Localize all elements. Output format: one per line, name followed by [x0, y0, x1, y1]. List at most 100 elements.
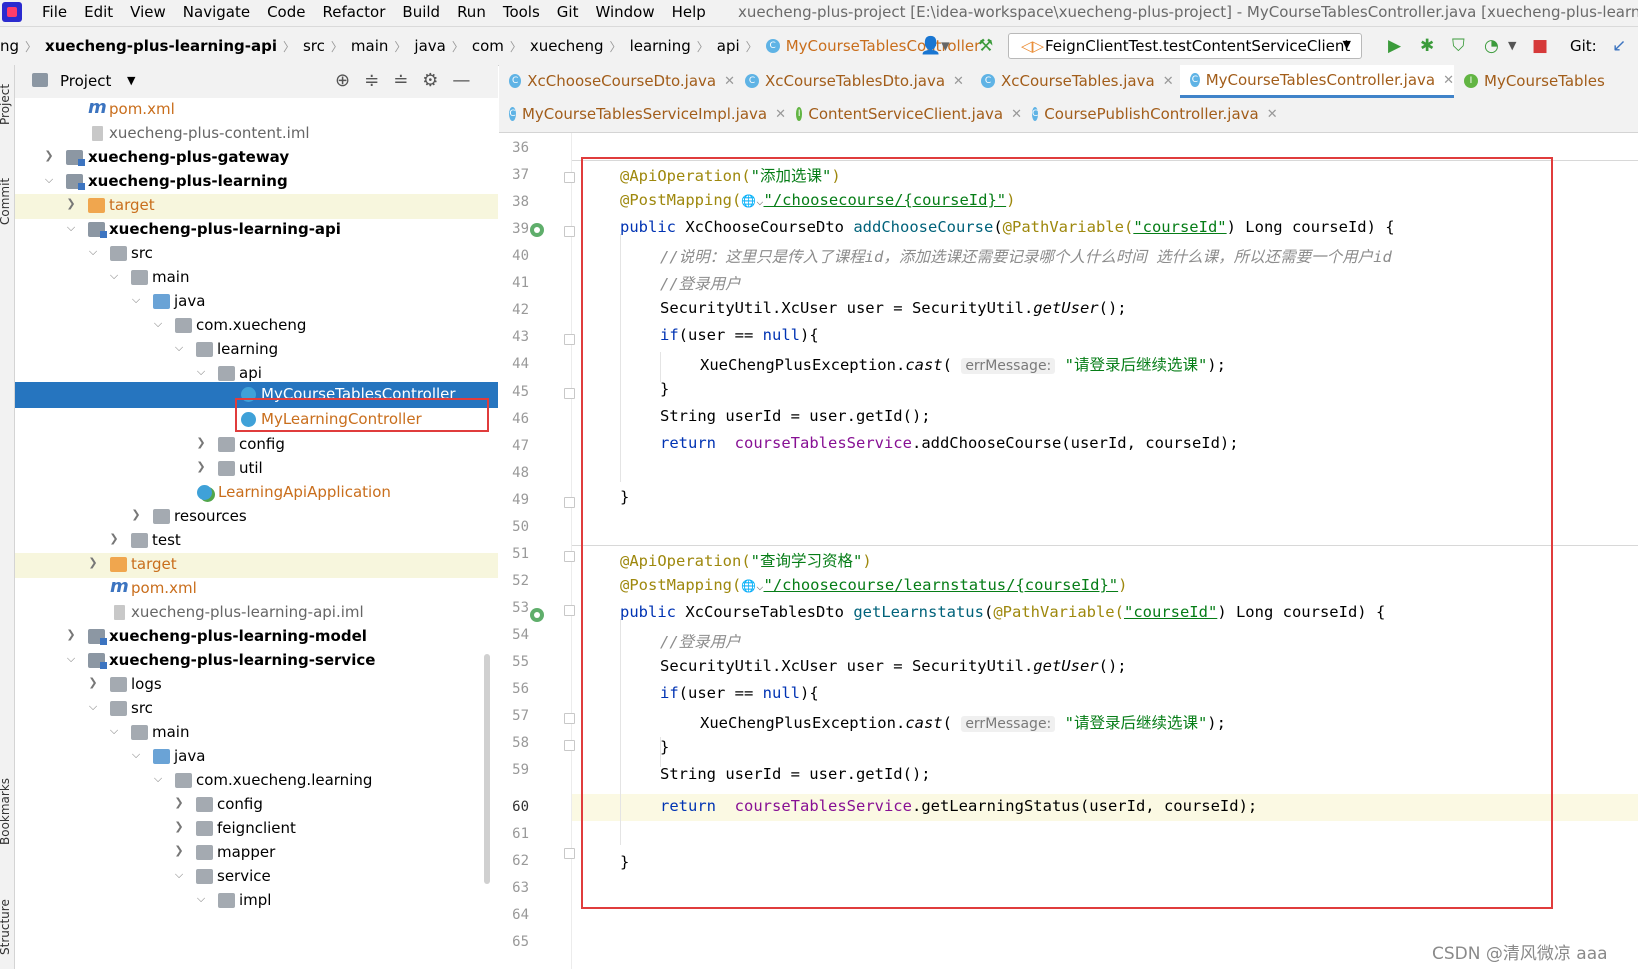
chevron-right-icon[interactable]: ❯: [87, 556, 99, 569]
tree-item[interactable]: ⌵ com.xuecheng.learning: [15, 769, 498, 794]
menu-build[interactable]: Build: [402, 3, 440, 21]
tab-contentserviceclient[interactable]: I ContentServiceClient.java ✕: [786, 98, 1022, 130]
tree-item[interactable]: xuecheng-plus-content.iml: [15, 122, 498, 147]
close-icon[interactable]: ✕: [953, 74, 964, 89]
crumb-api[interactable]: api: [717, 37, 740, 55]
crumb-com[interactable]: com: [472, 37, 504, 55]
tab-mycoursetablescontroller[interactable]: C MyCourseTablesController.java ✕: [1180, 65, 1454, 98]
crumb-java[interactable]: java: [414, 37, 445, 55]
tree-item[interactable]: ⌵ xuecheng-plus-learning-api: [15, 218, 498, 243]
chevron-right-icon[interactable]: ❯: [173, 844, 185, 857]
tree-item[interactable]: ⌵ xuecheng-plus-learning: [15, 170, 498, 195]
tree-item[interactable]: ⌵ src: [15, 242, 498, 267]
tab-xcchoosecoursedto[interactable]: C XcChooseCourseDto.java ✕: [499, 65, 735, 97]
close-icon[interactable]: ✕: [1443, 73, 1454, 88]
tree-item[interactable]: ❯ target: [15, 194, 498, 219]
chevron-down-icon[interactable]: ⌵: [65, 652, 77, 666]
tree-scrollbar[interactable]: [484, 654, 490, 884]
tree-item[interactable]: ⌵ src: [15, 697, 498, 722]
collapse-all-icon[interactable]: ≐: [393, 70, 408, 91]
chevron-right-icon[interactable]: ❯: [195, 436, 207, 449]
chevron-right-icon[interactable]: ❯: [43, 149, 55, 162]
tree-item[interactable]: ⌵ learning: [15, 338, 498, 363]
more-run-options-icon[interactable]: ▼: [1508, 39, 1516, 52]
chevron-down-icon[interactable]: ⌵: [173, 868, 185, 882]
fold-icon[interactable]: [564, 605, 575, 616]
chevron-right-icon[interactable]: ❯: [65, 197, 77, 210]
tab-mycoursetables[interactable]: I MyCourseTables: [1454, 65, 1638, 97]
chevron-down-icon[interactable]: ⌵: [65, 221, 77, 235]
debug-icon[interactable]: ✱: [1420, 36, 1434, 56]
chevron-down-icon[interactable]: ⌵: [195, 892, 207, 906]
request-mapping-icon[interactable]: [530, 223, 544, 237]
chevron-down-icon[interactable]: ⌵: [152, 317, 164, 331]
tree-item[interactable]: ❯ config: [15, 433, 498, 458]
menu-file[interactable]: File: [42, 3, 67, 21]
chevron-down-icon[interactable]: ⌵: [130, 748, 142, 762]
tab-xccoursetables[interactable]: C XcCourseTables.java ✕: [971, 65, 1180, 97]
chevron-down-icon[interactable]: ⌵: [108, 269, 120, 283]
chevron-right-icon[interactable]: ❯: [173, 796, 185, 809]
coverage-icon[interactable]: ⛉: [1452, 36, 1465, 56]
chevron-down-icon[interactable]: ▼: [127, 74, 135, 87]
close-icon[interactable]: ✕: [775, 107, 786, 122]
chevron-right-icon[interactable]: ❯: [130, 508, 142, 521]
tree-item[interactable]: ⌵ main: [15, 721, 498, 746]
chevron-right-icon[interactable]: ❯: [195, 460, 207, 473]
chevron-down-icon[interactable]: ⌵: [87, 245, 99, 259]
chevron-down-icon[interactable]: ⌵: [108, 724, 120, 738]
tree-item[interactable]: ❯ logs: [15, 673, 498, 698]
fold-icon[interactable]: [564, 388, 575, 399]
commit-tool-tab[interactable]: Commit: [0, 178, 12, 225]
menu-code[interactable]: Code: [267, 3, 305, 21]
menu-window[interactable]: Window: [595, 3, 654, 21]
chevron-down-icon[interactable]: ⌵: [87, 700, 99, 714]
tree-item[interactable]: ⌵ main: [15, 266, 498, 291]
close-icon[interactable]: ✕: [724, 74, 735, 89]
menu-navigate[interactable]: Navigate: [183, 3, 250, 21]
tree-item[interactable]: m pom.xml: [15, 98, 498, 123]
fold-icon[interactable]: [564, 551, 575, 562]
tab-xccoursetablesdto[interactable]: C XcCourseTablesDto.java ✕: [735, 65, 971, 97]
menu-refactor[interactable]: Refactor: [322, 3, 385, 21]
project-tool-tab[interactable]: Project: [0, 84, 12, 125]
tree-item[interactable]: xuecheng-plus-learning-api.iml: [15, 601, 498, 626]
fold-icon[interactable]: [564, 713, 575, 724]
menu-edit[interactable]: Edit: [84, 3, 113, 21]
chevron-down-icon[interactable]: ⌵: [130, 293, 142, 307]
tree-item[interactable]: ⌵ com.xuecheng: [15, 314, 498, 339]
fold-icon[interactable]: [564, 740, 575, 751]
fold-icon[interactable]: [564, 172, 575, 183]
run-configuration-select[interactable]: ◁▷ FeignClientTest.testContentServiceCli…: [1008, 33, 1362, 59]
gear-icon[interactable]: ⚙: [422, 70, 438, 91]
tree-item[interactable]: ⌵ impl: [15, 889, 498, 914]
tree-item[interactable]: m pom.xml: [15, 576, 498, 602]
close-icon[interactable]: ✕: [1011, 107, 1022, 122]
chevron-right-icon[interactable]: ❯: [65, 628, 77, 641]
tab-coursepublishcontroller[interactable]: C CoursePublishController.java ✕: [1022, 98, 1278, 130]
run-icon[interactable]: ▶: [1388, 36, 1401, 56]
project-panel-title[interactable]: Project: [60, 72, 111, 90]
tree-item[interactable]: ⌵ java: [15, 745, 498, 770]
chevron-down-icon[interactable]: ⌵: [195, 365, 207, 379]
fold-icon[interactable]: [564, 497, 575, 508]
tree-item[interactable]: ❯ test: [15, 529, 498, 554]
chevron-right-icon[interactable]: ❯: [173, 820, 185, 833]
chevron-down-icon[interactable]: ⌵: [43, 173, 55, 187]
tab-mycoursetablesserviceimpl[interactable]: C MyCourseTablesServiceImpl.java ✕: [499, 98, 786, 130]
menu-view[interactable]: View: [130, 3, 166, 21]
crumb-src[interactable]: src: [303, 37, 325, 55]
fold-icon[interactable]: [564, 848, 575, 859]
crumb-project[interactable]: ng: [0, 37, 19, 55]
request-mapping-icon[interactable]: [530, 608, 544, 622]
chevron-right-icon[interactable]: ❯: [87, 676, 99, 689]
menu-run[interactable]: Run: [457, 3, 486, 21]
tree-item[interactable]: ⌵ java: [15, 290, 498, 315]
crumb-xuecheng[interactable]: xuecheng: [530, 37, 604, 55]
chevron-down-icon[interactable]: ⌵: [173, 341, 185, 355]
build-hammer-icon[interactable]: ⚒: [978, 36, 993, 56]
fold-icon[interactable]: [564, 334, 575, 345]
fold-icon[interactable]: [564, 226, 575, 237]
expand-all-icon[interactable]: ≑: [364, 70, 379, 91]
tree-item[interactable]: ❯ target: [15, 553, 498, 578]
